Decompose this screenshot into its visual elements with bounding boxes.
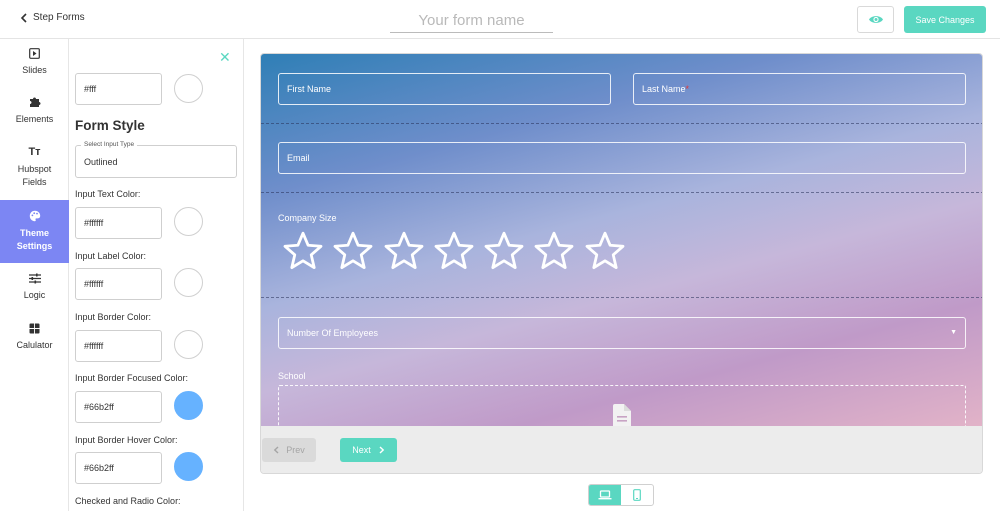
form-footer: Prev Next [261, 426, 982, 473]
email-placeholder: Email [287, 153, 310, 163]
next-button[interactable]: Next [340, 438, 397, 462]
chevron-left-icon [274, 446, 279, 454]
puzzle-icon [29, 96, 41, 108]
star-icon[interactable] [282, 230, 324, 272]
input-border-focused-color-label: Input Border Focused Color: [75, 373, 189, 383]
device-toggle [588, 484, 654, 506]
save-changes-button[interactable]: Save Changes [904, 6, 986, 33]
sidebar-item-slides[interactable]: Slides [0, 47, 69, 83]
star-icon[interactable] [533, 230, 575, 272]
form-background: First Name Last Name* Email Company Size… [261, 54, 982, 435]
prev-button-label: Prev [286, 445, 305, 455]
form-card: First Name Last Name* Email Company Size… [260, 53, 983, 474]
employees-dropdown[interactable]: Number Of Employees ▼ [278, 317, 966, 349]
sidebar-item-hubspot-fields[interactable]: Tт Hubspot Fields [0, 146, 69, 192]
laptop-icon [598, 490, 612, 500]
input-label-color-field[interactable]: #ffffff [75, 268, 162, 300]
required-asterisk: * [685, 84, 690, 94]
sidebar-item-theme-settings[interactable]: Theme Settings [0, 200, 69, 263]
input-type-select-value: Outlined [84, 157, 118, 167]
row-divider [261, 192, 982, 193]
last-name-placeholder: Last Name [642, 84, 686, 94]
panel-label-clipped [75, 55, 115, 60]
star-icon[interactable] [584, 230, 626, 272]
preview-button[interactable] [857, 6, 894, 33]
back-link-label: Step Forms [33, 12, 85, 23]
last-name-field[interactable]: Last Name* [633, 73, 966, 105]
text-icon: Tт [28, 145, 41, 158]
background-color-field[interactable]: #fff [75, 73, 162, 105]
chevron-left-icon [20, 12, 27, 23]
sidebar-item-label: Slides [22, 65, 47, 75]
form-name-input[interactable] [390, 9, 553, 33]
document-icon [613, 404, 631, 428]
sidebar-item-elements[interactable]: Elements [0, 96, 69, 132]
input-type-select-label: Select Input Type [81, 141, 138, 148]
back-link[interactable]: Step Forms [20, 12, 85, 23]
first-name-field[interactable]: First Name [278, 73, 611, 105]
school-label: School [278, 371, 306, 381]
company-size-rating [282, 230, 634, 272]
employees-dropdown-value: Number Of Employees [287, 328, 379, 338]
input-label-color-label: Input Label Color: [75, 251, 147, 261]
chevron-right-icon [379, 446, 384, 454]
caret-down-icon: ▼ [950, 329, 957, 336]
input-border-focused-color-swatch[interactable] [174, 391, 203, 420]
input-type-select[interactable]: Select Input Type Outlined [75, 141, 237, 178]
email-field[interactable]: Email [278, 142, 966, 174]
input-border-color-label: Input Border Color: [75, 312, 152, 322]
input-border-hover-color-field[interactable]: #66b2ff [75, 452, 162, 484]
row-divider [261, 123, 982, 124]
input-text-color-field[interactable]: #ffffff [75, 207, 162, 239]
mobile-icon [633, 489, 641, 501]
sidebar-item-label: Hubspot Fields [17, 164, 52, 187]
sidebar-item-logic[interactable]: Logic [0, 272, 69, 308]
checked-radio-color-label: Checked and Radio Color: [75, 496, 181, 506]
star-icon[interactable] [383, 230, 425, 272]
input-border-color-field[interactable]: #ffffff [75, 330, 162, 362]
left-sidebar: Slides Elements Tт Hubspot Fields Theme … [0, 39, 69, 511]
star-icon[interactable] [433, 230, 475, 272]
form-preview-canvas: First Name Last Name* Email Company Size… [244, 39, 1000, 511]
theme-settings-panel: ✕ #fff Form Style Select Input Type Outl… [69, 39, 244, 511]
top-header: Step Forms Save Changes [0, 0, 1000, 39]
sidebar-item-label: Theme Settings [16, 228, 53, 251]
row-divider [261, 297, 982, 298]
background-color-swatch[interactable] [174, 74, 203, 103]
calculator-icon [29, 322, 41, 334]
company-size-label: Company Size [278, 213, 337, 223]
mobile-view-button[interactable] [621, 485, 653, 505]
star-icon[interactable] [332, 230, 374, 272]
input-label-color-swatch[interactable] [174, 268, 203, 297]
sidebar-item-calculator[interactable]: Calulator [0, 322, 69, 358]
input-text-color-label: Input Text Color: [75, 189, 141, 199]
next-button-label: Next [352, 445, 371, 455]
palette-icon [29, 210, 41, 222]
first-name-placeholder: First Name [287, 84, 332, 94]
input-text-color-swatch[interactable] [174, 207, 203, 236]
sliders-icon [28, 272, 41, 284]
form-style-heading: Form Style [75, 118, 145, 133]
input-border-focused-color-field[interactable]: #66b2ff [75, 391, 162, 423]
input-border-hover-color-label: Input Border Hover Color: [75, 435, 178, 445]
input-border-hover-color-swatch[interactable] [174, 452, 203, 481]
eye-icon [868, 16, 883, 23]
desktop-view-button[interactable] [589, 485, 621, 505]
input-border-color-swatch[interactable] [174, 330, 203, 359]
close-panel-icon[interactable]: ✕ [219, 49, 231, 66]
sidebar-item-label: Logic [23, 290, 46, 300]
prev-button[interactable]: Prev [262, 438, 316, 462]
sidebar-item-label: Calulator [16, 340, 53, 350]
star-icon[interactable] [483, 230, 525, 272]
slides-icon [29, 47, 41, 59]
sidebar-item-label: Elements [15, 114, 54, 124]
